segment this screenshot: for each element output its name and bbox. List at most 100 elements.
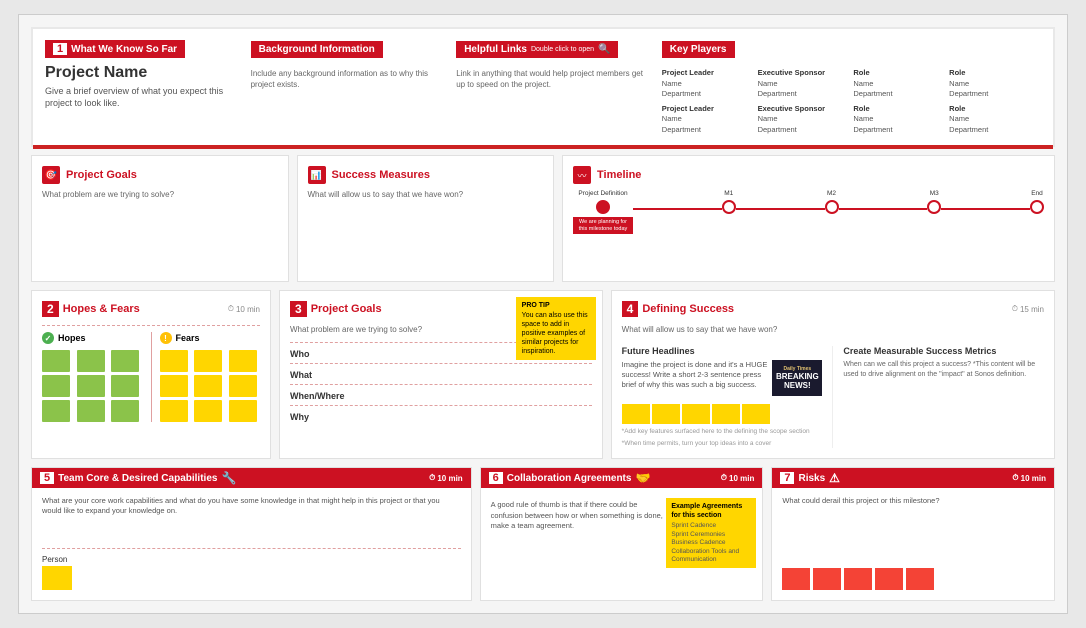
sticky-green-9 <box>111 400 139 422</box>
example-item-3: Business Cadence <box>671 539 751 547</box>
tl-node-2: M2 <box>825 190 839 214</box>
future-text: Imagine the project is done and it's a H… <box>622 360 769 389</box>
timeline-track: Project Definition We are planning for t… <box>573 190 1044 234</box>
pro-tip-text: You can also use this space to add in po… <box>522 311 590 356</box>
tl-label-0: Project Definition <box>578 190 627 197</box>
section-5-label: Team Core & Desired Capabilities <box>58 473 217 484</box>
news-image: Daily Times BREAKING NEWS! <box>772 360 822 396</box>
background-text: Include any background information as to… <box>251 68 441 90</box>
helpful-links-col: Helpful Links Double click to open 🔍 Lin… <box>456 39 646 135</box>
player-5: Executive Sponsor Name Department <box>758 104 850 136</box>
team-bottom: Person <box>42 548 461 590</box>
section-5-desc: What are your core work capabilities and… <box>42 496 461 516</box>
example-item-2: Sprint Ceremonies <box>671 531 751 539</box>
hopes-fears-grid: ✓ Hopes <box>42 325 260 422</box>
player-7: Role Name Department <box>949 104 1041 136</box>
success-sticky-5 <box>742 404 770 424</box>
project-goals-icon: 🎯 <box>42 166 60 184</box>
tl-node-1: M1 <box>722 190 736 214</box>
background-info-col: Background Information Include any backg… <box>251 39 441 135</box>
section-5-card: 5 Team Core & Desired Capabilities 🔧 ⏱ 1… <box>31 467 472 601</box>
timeline-card: 〰 Timeline Project Definition We are pla… <box>562 155 1055 282</box>
tl-line-0 <box>633 208 722 210</box>
tl-label-4: End <box>1031 190 1043 197</box>
player-6: Role Name Department <box>853 104 945 136</box>
section-6-label: Collaboration Agreements <box>507 473 632 484</box>
section-1-label: What We Know So Far <box>71 44 177 55</box>
example-title: Example Agreements for this section <box>671 502 751 520</box>
success-note-1: *Add key features surfaced here to the d… <box>622 428 823 436</box>
bottom-row: 5 Team Core & Desired Capabilities 🔧 ⏱ 1… <box>31 467 1055 601</box>
success-sticky-2 <box>652 404 680 424</box>
what-we-know-col: 1 What We Know So Far Project Name Give … <box>45 39 235 135</box>
section-6-header: 6 Collaboration Agreements 🤝 ⏱ 10 min <box>481 468 763 488</box>
key-players-badge: Key Players <box>662 41 735 58</box>
risk-sticky-4 <box>875 568 903 590</box>
hopes-header: ✓ Hopes <box>42 332 143 344</box>
measurable-col: Create Measurable Success Metrics When c… <box>843 346 1044 448</box>
sticky-green-3 <box>111 350 139 372</box>
section-4-num: 4 <box>622 301 639 317</box>
section-6-num: 6 <box>489 472 503 484</box>
fears-icon: ! <box>160 332 172 344</box>
tl-milestone-note: We are planning for this milestone today <box>573 217 633 234</box>
sticky-yellow-7 <box>160 400 188 422</box>
section-3-label: Project Goals <box>311 303 382 315</box>
project-goals-subtitle: What problem are we trying to solve? <box>42 190 278 200</box>
hopes-fears-card: 2 Hopes & Fears ⏱ 10 min ✓ Hopes <box>31 290 271 459</box>
sticky-yellow-9 <box>229 400 257 422</box>
section-6-desc: A good rule of thumb is that if there co… <box>491 500 671 532</box>
project-goals-title-bar: 🎯 Project Goals <box>42 166 278 184</box>
fears-stickies <box>160 350 261 422</box>
section-2-num: 2 <box>42 301 59 317</box>
success-measures-card: 📊 Success Measures What will allow us to… <box>297 155 555 282</box>
hopes-icon: ✓ <box>42 332 54 344</box>
background-label: Background Information <box>259 44 375 55</box>
timeline-title: Timeline <box>597 169 641 181</box>
sticky-yellow-5 <box>194 375 222 397</box>
section-bottom: 2 Hopes & Fears ⏱ 10 min ✓ Hopes <box>31 290 1055 459</box>
sticky-yellow-6 <box>229 375 257 397</box>
key-players-col: Key Players Project Leader Name Departme… <box>662 39 1041 135</box>
news-sub: BREAKING NEWS! <box>772 372 822 390</box>
sticky-green-7 <box>42 400 70 422</box>
handshake-icon: 🤝 <box>635 471 650 485</box>
success-measures-subtitle: What will allow us to say that we have w… <box>308 190 544 200</box>
fears-header: ! Fears <box>160 332 261 344</box>
section-7-desc: What could derail this project or this m… <box>782 496 1044 507</box>
player-4: Project Leader Name Department <box>662 104 754 136</box>
tl-label-3: M3 <box>930 190 939 197</box>
section-3-card: 3 Project Goals ⏱ 10 min PRO TIP You can… <box>279 290 603 459</box>
tl-label-2: M2 <box>827 190 836 197</box>
hopes-col: ✓ Hopes <box>42 332 143 422</box>
section-1-num: 1 <box>53 43 67 55</box>
success-measures-title-bar: 📊 Success Measures <box>308 166 544 184</box>
person-block: Person <box>42 555 72 590</box>
person-sticky <box>42 566 72 590</box>
clock-icon: ⏱ <box>228 304 234 314</box>
key-players-label: Key Players <box>670 44 727 55</box>
example-item-4: Collaboration Tools and Communication <box>671 548 751 565</box>
section-4-subtitle: What will allow us to say that we have w… <box>622 325 1044 334</box>
risks-stickies <box>782 568 1044 590</box>
success-measures-icon: 📊 <box>308 166 326 184</box>
tl-line-2 <box>839 208 928 210</box>
section-2-timer: ⏱ 10 min <box>228 304 260 314</box>
sticky-yellow-3 <box>229 350 257 372</box>
risk-sticky-2 <box>813 568 841 590</box>
sticky-yellow-4 <box>160 375 188 397</box>
success-sticky-1 <box>622 404 650 424</box>
warning-icon: ⚠ <box>829 471 840 485</box>
helpful-double: Double click to open <box>531 46 594 53</box>
section-4-header: 4 Defining Success ⏱ 15 min <box>622 301 1044 317</box>
tl-dot-3 <box>927 200 941 214</box>
background-badge: Background Information <box>251 41 383 58</box>
tl-dot-0 <box>596 200 610 214</box>
clock-icon-4: ⏱ <box>1012 304 1018 314</box>
sticky-yellow-2 <box>194 350 222 372</box>
sticky-yellow-1 <box>160 350 188 372</box>
project-name[interactable]: Project Name <box>45 64 235 82</box>
sticky-green-2 <box>77 350 105 372</box>
goal-row-what: What <box>290 363 592 384</box>
example-item-1: Sprint Cadence <box>671 522 751 530</box>
